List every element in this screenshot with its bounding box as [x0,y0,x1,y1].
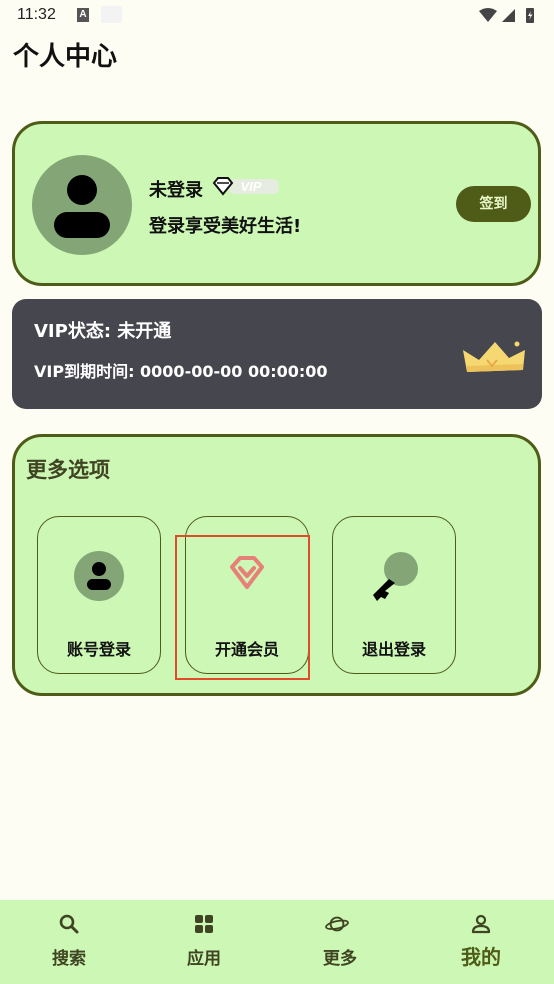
account-login-tile[interactable]: 账号登录 [37,516,161,674]
option-label: 退出登录 [361,640,426,659]
vip-badge: VIP [212,177,279,196]
bottom-nav: 搜索 应用 更多 我的 [0,900,554,984]
crown-icon [463,341,525,372]
page-title: 个人中心 [13,42,118,72]
nav-item-mine[interactable]: 我的 [412,900,550,984]
vip-status-card: VIP状态: 未开通 VIP到期时间: 0000-00-00 00:00:00 [12,299,542,409]
status-bar: 11:32 A [0,0,554,32]
notification-a-icon: A [77,8,89,22]
more-options-card: 更多选项 账号登录 开通会员 退出登录 [12,434,541,696]
nav-label-active: 我的 [461,945,501,969]
default-avatar-icon [54,175,110,238]
profile-card: 未登录 VIP 登录享受美好生活! 签到 [12,121,541,286]
nav-item-more[interactable]: 更多 [271,900,409,984]
vip-status-text: VIP状态: 未开通 [34,321,172,342]
search-icon [59,914,79,934]
vip-badge-label: VIP [241,179,262,194]
vip-expire-text: VIP到期时间: 0000-00-00 00:00:00 [34,362,328,381]
option-label: 账号登录 [66,640,131,659]
nav-item-apps[interactable]: 应用 [135,900,273,984]
nav-label: 更多 [323,949,357,969]
more-options-title: 更多选项 [26,458,110,482]
key-icon [373,552,418,601]
vip-diamond-icon [212,177,234,196]
login-tagline: 登录享受美好生活! [149,216,302,237]
system-status-icons [479,8,534,23]
status-time: 11:32 [17,6,56,23]
nav-label: 搜索 [52,949,86,969]
person-icon [471,914,491,934]
logout-tile[interactable]: 退出登录 [332,516,456,674]
avatar[interactable] [32,155,132,255]
diamond-icon [230,556,264,589]
open-membership-tile[interactable]: 开通会员 [185,516,309,674]
nav-item-search[interactable]: 搜索 [0,900,138,984]
username: 未登录 [149,180,203,201]
planet-icon [325,916,349,932]
signin-button[interactable]: 签到 [456,186,531,222]
signal-icon [502,9,515,22]
option-label: 开通会员 [214,640,279,659]
apps-grid-icon [195,915,213,933]
notification-square-icon [101,6,122,23]
user-icon [74,551,124,601]
nav-label: 应用 [187,949,221,969]
wifi-icon [479,8,497,22]
